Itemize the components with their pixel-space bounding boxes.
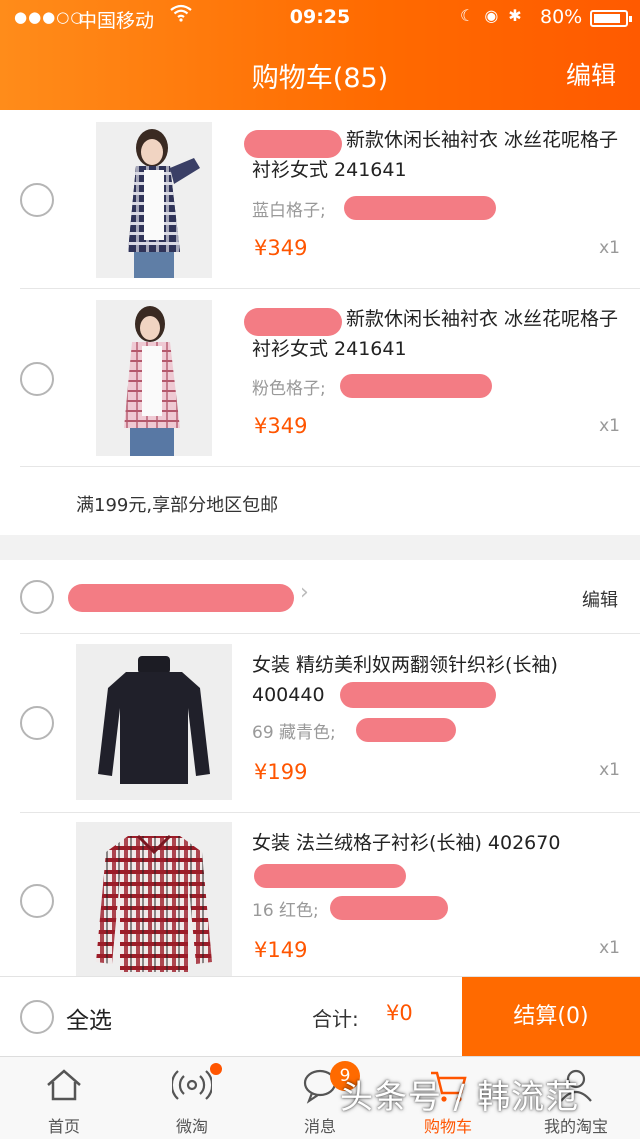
checkout-bar: 全选 合计: ¥0 结算(0) <box>0 976 640 1057</box>
item-checkbox[interactable] <box>20 362 54 396</box>
item-checkbox[interactable] <box>20 706 54 740</box>
product-sku: 蓝白格子; <box>252 201 326 221</box>
redacted-sku <box>356 718 456 742</box>
redacted-store-name <box>68 584 294 612</box>
divider <box>20 633 640 634</box>
checkout-button[interactable]: 结算(0) <box>462 977 640 1057</box>
top-bar: ●●●○○ 中国移动 09:25 ☾◉✱ 80% 购物车(85) 编辑 <box>0 0 640 110</box>
product-image[interactable] <box>76 822 232 978</box>
product-quantity: x1 <box>599 416 620 436</box>
redacted-sku <box>330 896 448 920</box>
broadcast-icon <box>172 1070 212 1100</box>
product-title[interactable]: 女装 法兰绒格子衬衫(长袖) 402670 <box>252 828 624 858</box>
divider <box>20 812 640 813</box>
product-title[interactable]: 新款休闲长袖衬衣 冰丝花呢格子衬衫女式 241641 <box>252 125 622 185</box>
total-label: 合计: <box>312 1007 359 1031</box>
home-icon <box>47 1069 81 1101</box>
redacted-sku <box>344 196 496 220</box>
product-price: ¥349 <box>254 236 308 260</box>
store-checkbox[interactable] <box>20 580 54 614</box>
product-price: ¥199 <box>254 760 308 784</box>
product-image[interactable] <box>96 122 212 278</box>
redacted-sku <box>340 374 492 398</box>
store-edit-button[interactable]: 编辑 <box>582 586 618 612</box>
status-bar: ●●●○○ 中国移动 09:25 ☾◉✱ 80% <box>0 0 640 36</box>
divider <box>20 288 640 289</box>
select-all-checkbox[interactable] <box>20 1000 54 1034</box>
divider <box>20 466 640 467</box>
edit-button[interactable]: 编辑 <box>566 56 616 92</box>
product-price: ¥149 <box>254 938 308 962</box>
product-quantity: x1 <box>599 238 620 258</box>
chevron-right-icon[interactable]: › <box>300 580 309 605</box>
notification-dot <box>210 1063 222 1075</box>
product-sku: 69 藏青色; <box>252 723 336 743</box>
watermark-text: 头条号 / 韩流范 <box>340 1077 580 1116</box>
sweater-image <box>76 644 232 800</box>
product-title[interactable]: 新款休闲长袖衬衣 冰丝花呢格子衬衫女式 241641 <box>252 304 622 364</box>
product-price: ¥349 <box>254 414 308 438</box>
tab-weitao[interactable]: 微淘 <box>128 1057 256 1139</box>
redacted-title <box>340 682 496 708</box>
model-shirt-image <box>96 300 212 456</box>
product-sku: 粉色格子; <box>252 379 326 399</box>
item-checkbox[interactable] <box>20 884 54 918</box>
item-checkbox[interactable] <box>20 183 54 217</box>
store-card-1: 新款休闲长袖衬衣 冰丝花呢格子衬衫女式 241641 蓝白格子; ¥349 x1… <box>0 110 640 535</box>
status-icons: ☾◉✱ <box>460 6 532 25</box>
product-sku: 16 红色; <box>252 901 319 921</box>
battery-icon <box>590 10 632 27</box>
model-shirt-image <box>96 122 212 278</box>
total-value: ¥0 <box>386 1001 413 1025</box>
product-image[interactable] <box>96 300 212 456</box>
product-image[interactable] <box>76 644 232 800</box>
store-card-2: › 编辑 女装 精纺美利奴两翻领针织衫(长袖) 400440 69 藏青色; ¥… <box>0 560 640 980</box>
product-quantity: x1 <box>599 760 620 780</box>
flannel-shirt-image <box>76 822 232 978</box>
shipping-promo: 满199元,享部分地区包邮 <box>76 495 279 516</box>
tab-home[interactable]: 首页 <box>0 1057 128 1139</box>
product-quantity: x1 <box>599 938 620 958</box>
tab-label: 首页 <box>47 1117 80 1136</box>
redacted-title <box>254 864 406 888</box>
page-title: 购物车(85) <box>251 63 389 94</box>
tab-label: 微淘 <box>175 1117 208 1136</box>
select-all-label[interactable]: 全选 <box>66 1001 112 1035</box>
battery-percent: 80% <box>540 6 583 28</box>
